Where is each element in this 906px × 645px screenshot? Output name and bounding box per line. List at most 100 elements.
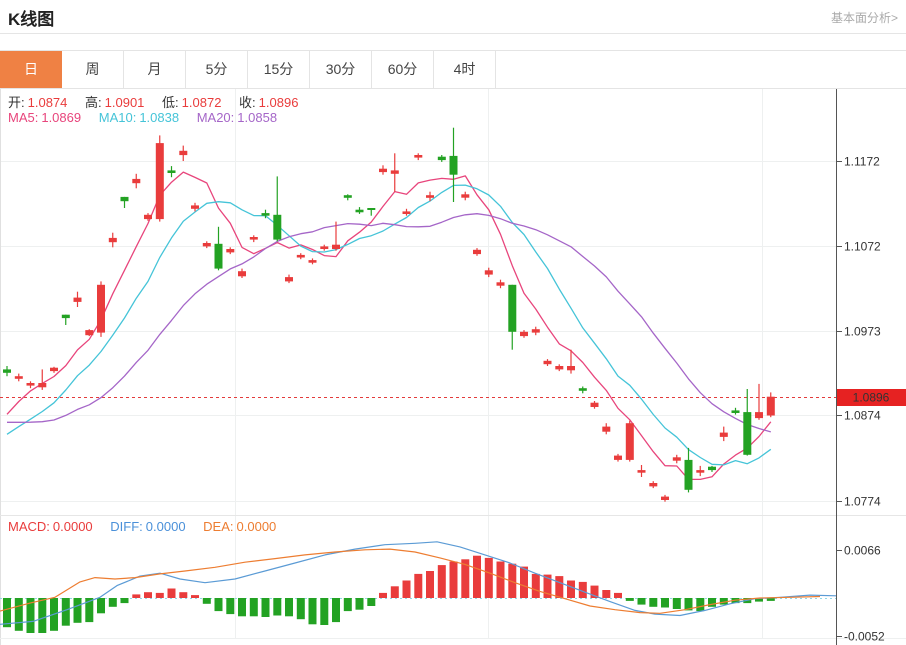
period-tabs: 日周月 5分 15分 30分 60分 4时: [0, 50, 906, 89]
candle: [320, 244, 329, 251]
macd-axis-label: -0.0052: [844, 630, 885, 644]
high-value: 1.0901: [104, 95, 145, 110]
tab-周[interactable]: 周: [62, 51, 124, 88]
candle-body: [743, 412, 752, 455]
candle-body: [285, 277, 293, 282]
ohlc-readout: 开: 1.0874 高: 1.0901 低: 1.0872 收: 1.0896: [8, 92, 301, 111]
macd-bar: [191, 595, 199, 598]
tab-4时[interactable]: 4时: [434, 51, 496, 88]
candle: [226, 247, 235, 255]
y-axis-label: 1.1172: [844, 155, 880, 169]
macd-bar: [520, 566, 528, 598]
candle: [743, 389, 752, 456]
candle-body: [167, 170, 176, 173]
candle: [261, 209, 270, 219]
low-label: 低:: [162, 95, 179, 110]
macd-bar: [367, 598, 376, 606]
candle: [85, 329, 94, 337]
main-plot-area[interactable]: [0, 127, 836, 502]
tab-15分[interactable]: 15分: [248, 51, 310, 88]
macd-bar: [261, 598, 270, 617]
price-tag-value: 1.0896: [853, 391, 890, 405]
candle-body: [672, 457, 681, 461]
candle-body: [696, 470, 705, 473]
candle: [473, 248, 481, 256]
candle-body: [14, 376, 23, 379]
macd-bar: [426, 571, 434, 598]
high-label: 高:: [85, 95, 102, 110]
candle: [390, 153, 399, 192]
macd-bar: [637, 598, 646, 605]
ma10-line: [6, 184, 772, 466]
macd-readout: MACD: 0.0000 DIFF: 0.0000 DEA: 0.0000: [8, 519, 279, 534]
ma20-label: MA20:: [196, 110, 235, 125]
candle-body: [367, 208, 376, 210]
candle-body: [766, 396, 775, 416]
candle: [661, 494, 669, 502]
candle-body: [97, 284, 105, 333]
candle: [3, 366, 11, 377]
candle-body: [3, 369, 11, 373]
candle: [649, 481, 658, 489]
candle: [684, 447, 693, 493]
dea-value: 0.0000: [236, 519, 277, 534]
candle-body: [520, 331, 528, 337]
macd-bar: [343, 598, 352, 612]
candle-body: [484, 270, 493, 275]
page-title: K线图: [8, 10, 55, 29]
candle: [449, 127, 458, 202]
candle-body: [108, 237, 117, 243]
macd-bar: [73, 598, 82, 623]
y-axis-label: 1.0874: [844, 409, 881, 423]
candle-body: [226, 249, 235, 253]
candle: [614, 453, 622, 462]
candle: [531, 326, 540, 336]
macd-bar: [14, 598, 23, 631]
ma-readout: MA5: 1.0869 MA10: 1.0838 MA20: 1.0858: [8, 110, 280, 125]
fundamental-analysis-link[interactable]: 基本面分析>: [831, 9, 898, 26]
tab-5分[interactable]: 5分: [186, 51, 248, 88]
candle-body: [731, 410, 740, 413]
candles-layer: [3, 127, 775, 502]
tab-30分[interactable]: 30分: [310, 51, 372, 88]
tab-60分[interactable]: 60分: [372, 51, 434, 88]
macd-bar: [155, 592, 164, 598]
low-value: 1.0872: [181, 95, 222, 110]
candle: [508, 284, 517, 350]
macd-bar: [555, 576, 564, 598]
macd-bar: [296, 598, 305, 620]
tab-月[interactable]: 月: [124, 51, 186, 88]
candle: [379, 165, 387, 175]
candle-body: [661, 496, 669, 500]
candle: [50, 366, 58, 373]
macd-bar: [167, 588, 176, 598]
macd-bar: [3, 598, 11, 628]
candle: [38, 369, 47, 390]
macd-plot-area[interactable]: 0.0066 -0.0052: [0, 541, 885, 644]
macd-bar: [38, 598, 47, 633]
macd-bar: [602, 590, 611, 598]
candle: [355, 207, 364, 214]
macd-bar: [214, 598, 223, 612]
candle-body: [249, 237, 258, 240]
candle-body: [273, 214, 282, 240]
candle-body: [555, 366, 564, 370]
macd-bar: [625, 598, 634, 601]
tab-日[interactable]: 日: [0, 51, 62, 88]
macd-bar: [614, 592, 622, 598]
macd-bar: [132, 594, 141, 598]
macd-bar: [484, 557, 493, 598]
candle-body: [508, 284, 517, 332]
candle-body: [567, 366, 575, 371]
ma5-value: 1.0869: [41, 110, 82, 125]
ma5-line: [6, 171, 772, 481]
dea-label: DEA:: [203, 519, 234, 534]
open-label: 开:: [8, 95, 25, 110]
macd-bar: [696, 598, 705, 612]
candle-body: [296, 254, 305, 258]
candle-body: [543, 360, 552, 365]
candle-body: [637, 470, 646, 473]
macd-bar: [437, 565, 446, 598]
candle: [543, 359, 552, 366]
candle-body: [426, 195, 434, 198]
